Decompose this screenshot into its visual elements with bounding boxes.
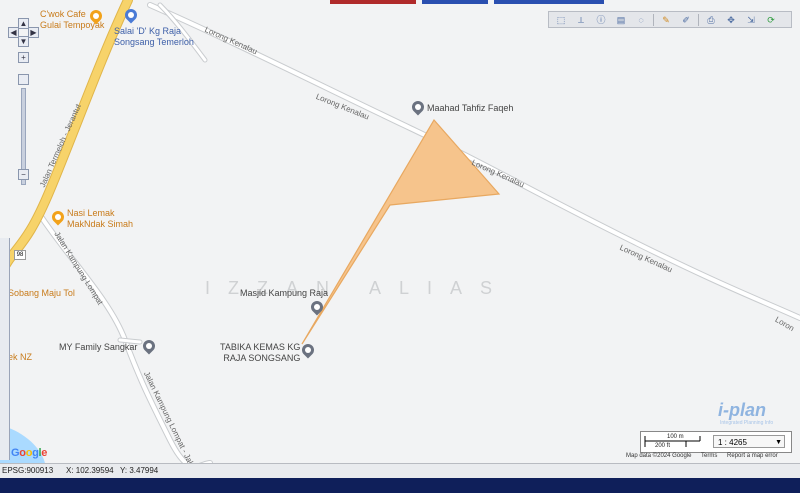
projection-readout: EPSG:900913: [2, 466, 54, 475]
poi-maahad-tahfiz[interactable]: Maahad Tahfiz Faqeh: [427, 103, 513, 114]
pan-icon[interactable]: ✥: [724, 14, 738, 26]
poi-nasi-lemak[interactable]: Nasi Lemak MakNdak Simah: [67, 208, 133, 230]
print-icon[interactable]: ⎙: [704, 14, 718, 26]
layers-icon[interactable]: ▤: [614, 14, 628, 26]
side-panel-toggle[interactable]: [0, 238, 10, 460]
edit-icon[interactable]: ✐: [679, 14, 693, 26]
scale-control: 100 m 200 ft 1 : 4265 ▼: [640, 431, 792, 453]
route-shield: 98: [14, 250, 26, 260]
poi-sobang-maju[interactable]: Sobang Maju Tol: [8, 288, 75, 299]
toolbar-divider: [698, 13, 699, 26]
poi-label-2: RAJA SONGSANG: [223, 353, 301, 363]
top-tab-blue-2[interactable]: [494, 0, 604, 4]
map-data-credit: Map data ©2024 Google: [626, 453, 692, 459]
status-bar: EPSG:900913 X: 102.39594 Y: 3.47994: [0, 463, 800, 478]
poi-ek-nz[interactable]: ek NZ: [8, 352, 32, 363]
road-network: [0, 0, 800, 463]
export-icon[interactable]: ⇲: [744, 14, 758, 26]
scale-select-value: 1 : 4265: [718, 438, 747, 447]
poi-tabika[interactable]: TABIKA KEMAS KG RAJA SONGSANG: [220, 342, 300, 364]
pan-down-button[interactable]: ▼: [18, 36, 29, 47]
scale-metric-label: 100 m: [667, 434, 684, 440]
draw-icon[interactable]: ✎: [659, 14, 673, 26]
zoom-in-button[interactable]: +: [18, 52, 29, 63]
poi-label: TABIKA KEMAS KG: [220, 342, 301, 352]
zoom-control: ▲ ◀ ▶ ▼ + −: [8, 18, 39, 188]
poi-salai-d[interactable]: Salai 'D' Kg Raja Songsang Temerloh: [114, 26, 194, 48]
poi-label-2: MakNdak Simah: [67, 219, 134, 229]
select-icon[interactable]: ⬚: [554, 14, 568, 26]
map-canvas[interactable]: IZZAN ALIAS Jalan Termeloh - Jerantut Ja…: [0, 0, 800, 463]
google-logo: Google: [11, 447, 48, 459]
scale-imperial-label: 200 ft: [655, 443, 671, 449]
clear-icon[interactable]: ◌: [634, 14, 648, 26]
iplan-tagline: Integrated Planning Info: [720, 420, 774, 426]
iplan-logo: i-plan: [718, 400, 766, 420]
report-error-link[interactable]: Report a map error: [727, 453, 778, 459]
scale-select[interactable]: 1 : 4265 ▼: [713, 435, 785, 448]
poi-label: Salai 'D' Kg Raja: [114, 26, 181, 36]
map-toolbar: ⬚ ⟂ ⓘ ▤ ◌ ✎ ✐ ⎙ ✥ ⇲ ⟳: [548, 11, 792, 28]
top-tab-red[interactable]: [330, 0, 416, 4]
land-parcel-polygon: [301, 118, 501, 345]
zoom-level-marker[interactable]: [18, 74, 29, 85]
x-coordinate-readout: X: 102.39594: [66, 466, 114, 475]
toolbar-divider: [653, 13, 654, 26]
zoom-out-button[interactable]: −: [18, 169, 29, 180]
pan-right-button[interactable]: ▶: [28, 27, 39, 38]
y-coordinate-readout: Y: 3.47994: [120, 466, 159, 475]
map-attribution: Map data ©2024 Google Terms Report a map…: [626, 453, 786, 459]
refresh-icon[interactable]: ⟳: [764, 14, 778, 26]
top-tab-blue-1[interactable]: [422, 0, 488, 4]
poi-my-family[interactable]: MY Family Sangkar: [59, 342, 137, 353]
identify-icon[interactable]: ⓘ: [594, 14, 608, 26]
poi-masjid-label: Masjid Kampung Raja: [240, 288, 329, 298]
poi-label-2: Songsang Temerloh: [114, 37, 194, 47]
chevron-down-icon: ▼: [775, 439, 782, 446]
poi-label: Nasi Lemak: [67, 208, 115, 218]
terms-link[interactable]: Terms: [701, 453, 717, 459]
measure-icon[interactable]: ⟂: [574, 14, 588, 26]
